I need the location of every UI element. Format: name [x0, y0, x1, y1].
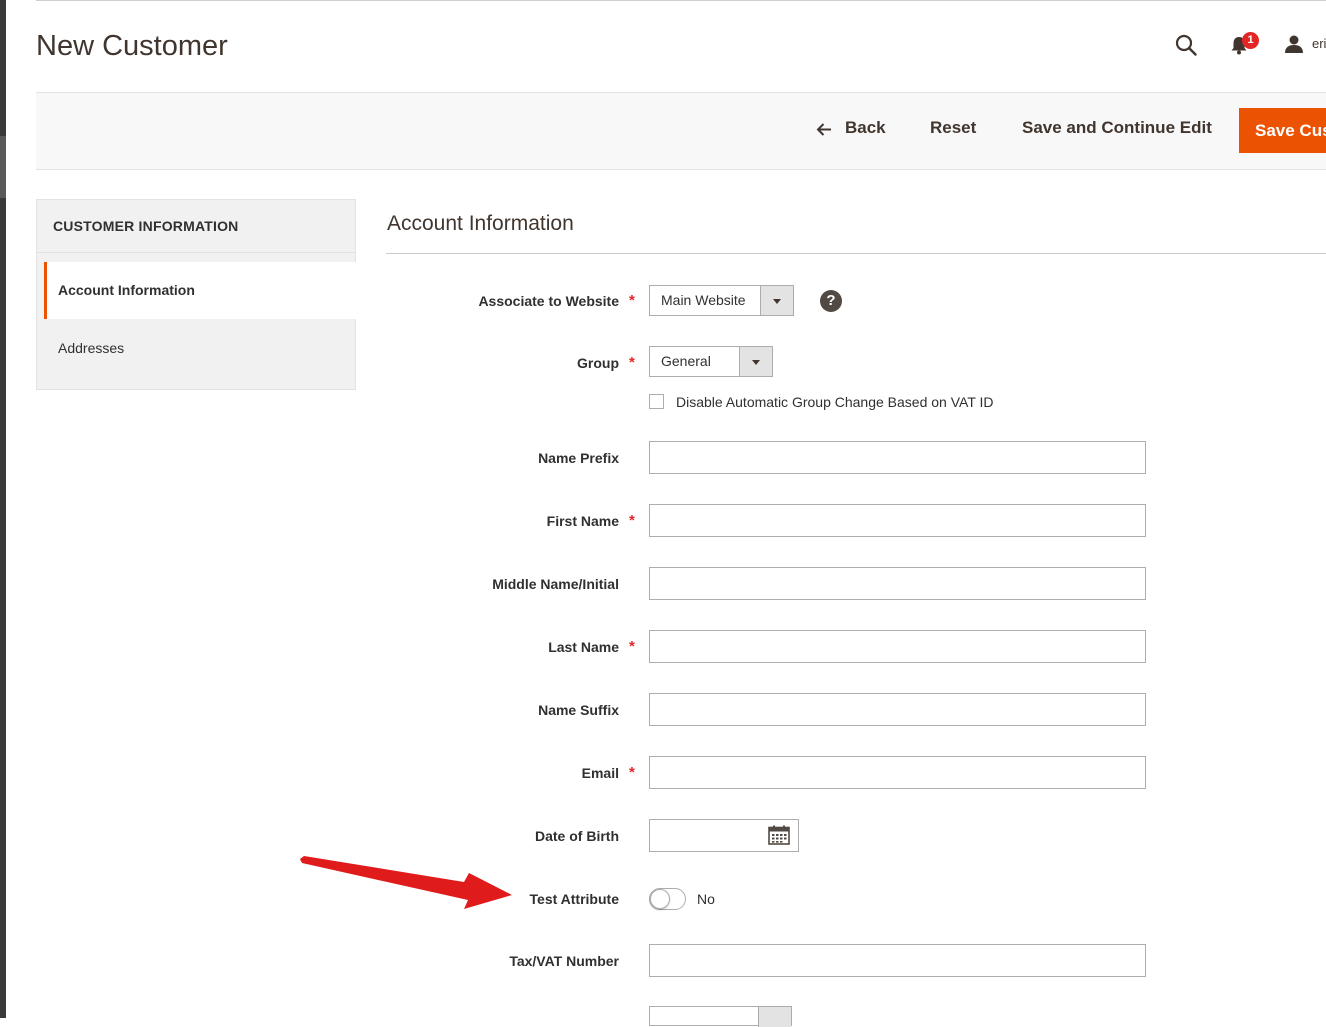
- website-label: Associate to Website: [478, 293, 619, 309]
- group-select-value: General: [661, 353, 711, 369]
- sidebar-item-account-information[interactable]: Account Information: [44, 262, 356, 319]
- chevron-down-icon: [739, 347, 772, 376]
- required-marker: *: [629, 638, 635, 655]
- taxvat-label: Tax/VAT Number: [509, 953, 619, 969]
- required-marker: *: [629, 512, 635, 529]
- chevron-down-icon: [758, 1007, 791, 1027]
- taxvat-input[interactable]: [649, 944, 1146, 977]
- website-select-value: Main Website: [661, 292, 746, 308]
- sidebar-item-label: Addresses: [58, 340, 125, 356]
- sidebar-item-label: Account Information: [58, 282, 195, 298]
- sidebar-item-addresses[interactable]: Addresses: [44, 320, 356, 377]
- group-label: Group: [577, 355, 619, 371]
- calendar-icon[interactable]: [768, 825, 790, 845]
- gender-select[interactable]: [649, 1006, 792, 1027]
- user-name[interactable]: eri: [1312, 36, 1326, 51]
- required-marker: *: [629, 292, 635, 309]
- back-button[interactable]: Back: [845, 118, 886, 138]
- page-title: New Customer: [36, 30, 228, 62]
- name-suffix-label: Name Suffix: [538, 702, 619, 718]
- section-title: Account Information: [387, 212, 574, 235]
- user-icon[interactable]: [1284, 34, 1304, 54]
- annotation-arrow-icon: [300, 856, 512, 909]
- sidebar-divider: [37, 252, 355, 253]
- group-select[interactable]: General: [649, 346, 773, 377]
- required-marker: *: [629, 354, 635, 371]
- disable-group-change-label: Disable Automatic Group Change Based on …: [676, 394, 994, 410]
- test-attribute-state: No: [697, 891, 715, 907]
- test-attribute-toggle[interactable]: [649, 888, 686, 910]
- first-name-label: First Name: [546, 513, 619, 529]
- name-prefix-label: Name Prefix: [538, 450, 619, 466]
- name-prefix-input[interactable]: [649, 441, 1146, 474]
- help-icon[interactable]: ?: [820, 290, 842, 312]
- disable-group-change-checkbox[interactable]: [649, 394, 664, 409]
- last-name-input[interactable]: [649, 630, 1146, 663]
- email-label: Email: [581, 765, 619, 781]
- test-attribute-label: Test Attribute: [529, 891, 619, 907]
- top-divider: [36, 0, 1326, 1]
- search-icon[interactable]: [1175, 34, 1197, 56]
- website-select[interactable]: Main Website: [649, 285, 794, 316]
- required-marker: *: [629, 764, 635, 781]
- save-and-continue-button[interactable]: Save and Continue Edit: [1022, 118, 1212, 138]
- last-name-label: Last Name: [548, 639, 619, 655]
- notification-badge[interactable]: 1: [1242, 32, 1259, 49]
- reset-button[interactable]: Reset: [930, 118, 976, 138]
- back-arrow-icon[interactable]: [816, 121, 833, 138]
- dob-label: Date of Birth: [535, 828, 619, 844]
- first-name-input[interactable]: [649, 504, 1146, 537]
- chevron-down-icon: [760, 286, 793, 315]
- customer-info-sidebar: CUSTOMER INFORMATION Account Information…: [36, 199, 356, 390]
- toggle-knob: [650, 889, 670, 909]
- sidebar-heading: CUSTOMER INFORMATION: [53, 218, 239, 234]
- email-input[interactable]: [649, 756, 1146, 789]
- name-suffix-input[interactable]: [649, 693, 1146, 726]
- save-customer-button[interactable]: Save Cus: [1239, 108, 1326, 153]
- section-divider: [386, 253, 1326, 254]
- middle-name-input[interactable]: [649, 567, 1146, 600]
- window-edge-highlight: [0, 136, 6, 198]
- middle-name-label: Middle Name/Initial: [492, 576, 619, 592]
- window-edge: [0, 0, 6, 1018]
